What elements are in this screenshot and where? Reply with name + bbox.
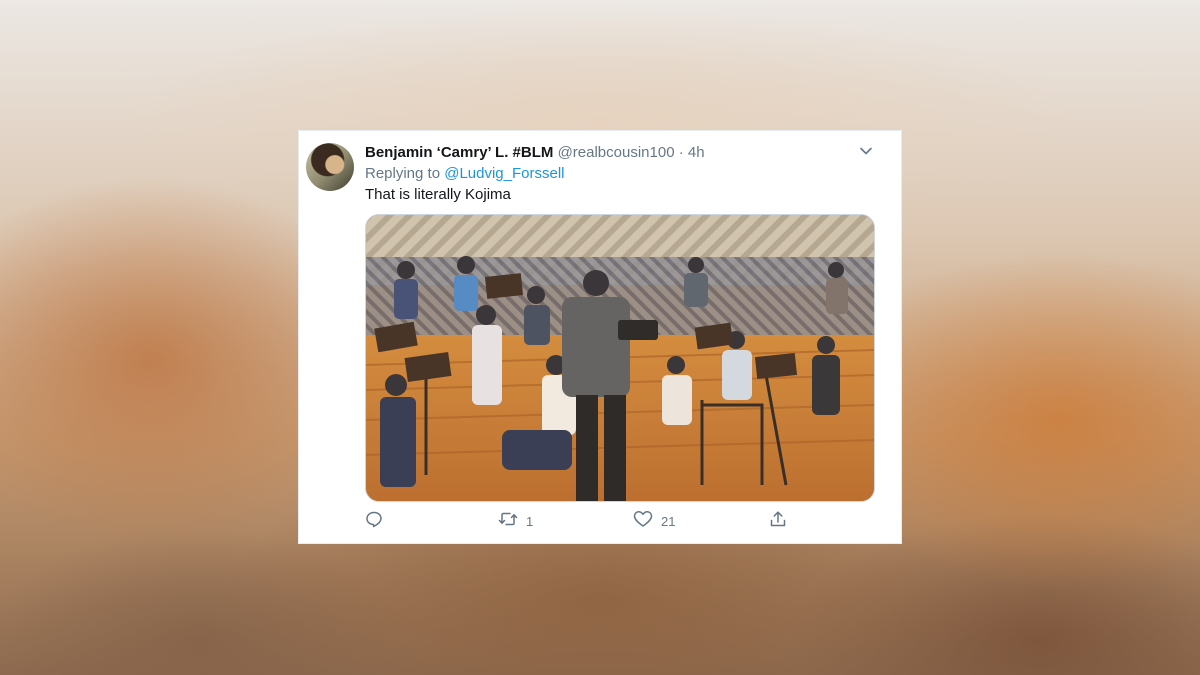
user-handle[interactable]: @realbcousin100	[558, 144, 675, 161]
retweet-button[interactable]: 1	[498, 511, 533, 531]
tweet-text: That is literally Kojima	[365, 186, 511, 203]
separator-dot: ·	[678, 144, 684, 161]
retweet-count: 1	[526, 513, 534, 529]
display-name[interactable]: Benjamin ‘Camry’ L. #BLM	[365, 144, 553, 161]
mention-link[interactable]: @Ludvig_Forssell	[444, 165, 564, 182]
share-icon	[769, 510, 787, 533]
reply-icon	[365, 510, 383, 533]
avatar[interactable]	[306, 143, 354, 191]
retweet-icon	[498, 510, 518, 533]
like-button[interactable]: 21	[633, 510, 676, 533]
share-button[interactable]	[769, 510, 787, 533]
replying-prefix: Replying to	[365, 165, 441, 182]
heart-icon	[633, 510, 653, 533]
timestamp[interactable]: 4h	[688, 144, 705, 161]
tweet-actions: 1 21	[365, 510, 805, 533]
replying-to-line: Replying to @Ludvig_Forssell	[365, 165, 565, 183]
tweet-media-photo[interactable]	[365, 214, 875, 502]
like-count: 21	[661, 513, 676, 529]
tweet-header: Benjamin ‘Camry’ L. #BLM @realbcousin100…	[365, 144, 705, 162]
tweet-card: Benjamin ‘Camry’ L. #BLM @realbcousin100…	[298, 130, 902, 544]
orchestra-photo	[366, 215, 874, 501]
reply-button[interactable]	[365, 511, 383, 531]
chevron-down-icon[interactable]	[858, 143, 874, 159]
